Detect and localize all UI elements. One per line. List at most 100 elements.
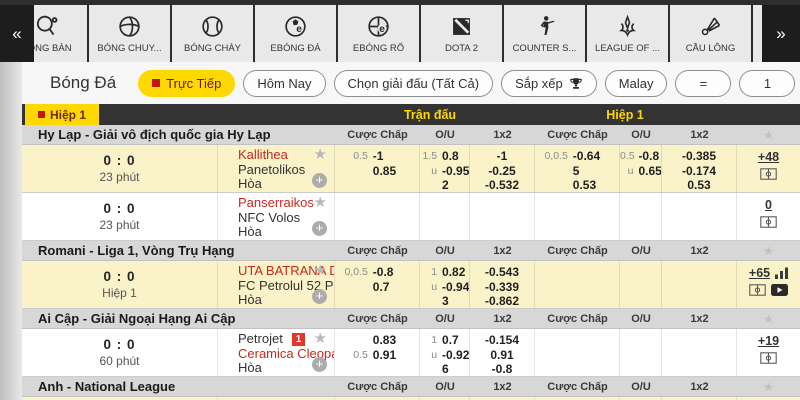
star-icon[interactable]: ★ [737,380,800,394]
svg-text:e: e [296,24,302,35]
odds-value[interactable]: 0.82 [442,265,469,280]
odds-value[interactable]: 0.53 [662,178,736,192]
favorite-star-icon[interactable]: ★ [314,263,327,278]
star-icon[interactable]: ★ [737,244,800,258]
odds-value[interactable]: -1 [373,149,419,164]
league-header: Hy Lạp - Giải vô địch quốc gia Hy LạpCượ… [22,125,800,145]
odds-value[interactable]: -0.532 [470,178,534,192]
nav-tab-ebong-da[interactable]: eEBÓNG ĐÁ [255,5,336,62]
match-time: 23 phút [99,218,139,232]
odds-value[interactable]: 0.91 [470,348,534,363]
column-header: O/U [420,313,470,325]
odds-value[interactable]: -0.8 [638,149,661,164]
favorite-star-icon[interactable]: ★ [314,331,327,346]
odds-value[interactable]: -0.92 [442,348,469,363]
expand-plus-icon[interactable]: + [312,357,327,372]
filter-pill-hom-nay[interactable]: Hôm Nay [243,70,325,97]
odds-value[interactable]: 0.7 [442,333,469,348]
nav-tab-bong-chuyen[interactable]: BÓNG CHUY... [89,5,170,62]
odds-line: 3 [420,294,469,308]
field-icon[interactable] [760,216,777,228]
favorite-star-icon[interactable]: ★ [314,147,327,162]
odds-cell-1x2-match [470,193,535,240]
field-icon[interactable] [760,168,777,180]
odds-cell-handicap-h1: 0,0.5-0.6450.53 [535,145,620,192]
nav-tab-label: COUNTER S... [513,43,577,54]
odds-value[interactable]: 3 [442,294,469,308]
odds-value[interactable]: -1 [470,149,534,164]
score-cell: 0 : 0Hiệp 1 [22,261,218,308]
nav-tab-dota-2[interactable]: DOTA 2 [421,5,502,62]
odds-value[interactable]: 0.65 [638,164,661,179]
match-time: 60 phút [99,354,139,368]
odds-cell-handicap-match [335,193,420,240]
expand-plus-icon[interactable]: + [312,289,327,304]
handicap-line [420,294,442,308]
field-icon[interactable] [760,352,777,364]
column-header: O/U [420,245,470,257]
star-icon[interactable]: ★ [737,128,800,142]
odds-value[interactable]: -0.8 [373,265,419,280]
nav-tab-counter-strike[interactable]: COUNTER S... [504,5,585,62]
column-header: Cược Chấp [535,129,620,141]
odds-line: 0.5-0.8 [620,149,661,164]
odds-value[interactable]: 0.53 [573,178,619,192]
filter-pill-one[interactable]: 1 [739,70,795,97]
column-header: 1x2 [662,129,737,141]
odds-value[interactable]: 5 [573,164,619,179]
odds-value[interactable]: -0.862 [470,294,534,308]
filter-pill-chon-giai-dau[interactable]: Chọn giải đấu (Tất Cả) [334,70,494,97]
nav-scroll-left-button[interactable]: « [0,5,34,62]
nav-tab-label: BÓNG CHÀY [184,43,241,54]
column-header: O/U [620,129,662,141]
filter-pill-sap-xep[interactable]: Sắp xếp [501,70,597,97]
odds-value[interactable]: -0.339 [470,280,534,295]
odds-value[interactable]: -0.95 [442,164,469,179]
match-time: Hiệp 1 [102,286,137,300]
tab-hiep-1[interactable]: Hiệp 1 [25,104,99,125]
more-bets-link[interactable]: +19 [758,334,779,348]
odds-value[interactable]: 2 [442,178,469,192]
more-bets-link[interactable]: +65 [749,266,770,280]
odds-value[interactable]: -0.64 [573,149,619,164]
star-icon[interactable]: ★ [737,312,800,326]
chart-icon[interactable] [775,267,788,279]
odds-value[interactable]: 0.7 [373,280,419,295]
odds-value[interactable]: 0.85 [373,164,419,179]
odds-value[interactable]: -0.94 [442,280,469,295]
odds-value[interactable]: -0.8 [470,362,534,376]
odds-value[interactable]: -0.174 [662,164,736,179]
odds-value[interactable]: -0.385 [662,149,736,164]
field-icon[interactable] [749,284,766,296]
odds-value[interactable]: 6 [442,362,469,376]
period-column-group-header: Hiệp 1 [606,108,644,122]
filter-pill-truc-tiep[interactable]: Trực Tiếp [138,70,235,97]
odds-value[interactable]: 0.8 [442,149,469,164]
odds-line: 6 [420,362,469,376]
filter-pill-label: Sắp xếp [515,76,563,91]
nav-scroll-right-button[interactable]: » [762,5,800,62]
odds-value[interactable]: 0.91 [373,348,419,363]
expand-plus-icon[interactable]: + [312,173,327,188]
odds-cell-over-under-h1: 0.5-0.8u0.65 [620,145,662,192]
odds-value[interactable]: 0.83 [373,333,419,348]
more-bets-link[interactable]: +48 [758,150,779,164]
nav-tab-ebong-ro[interactable]: eEBÓNG RỔ [338,5,419,62]
odds-value[interactable]: -0.25 [470,164,534,179]
nav-tab-cau-long[interactable]: CẦU LÔNG [670,5,751,62]
odds-cell-1x2-match: -1-0.25-0.532 [470,145,535,192]
more-bets-link[interactable]: 0 [765,198,772,212]
odds-value[interactable]: -0.154 [470,333,534,348]
nav-tab-league-of-legends[interactable]: LEAGUE OF ... [587,5,668,62]
filter-pill-malay[interactable]: Malay [605,70,668,97]
play-icon[interactable] [771,284,788,296]
table-tennis-icon [33,13,60,40]
favorite-star-icon[interactable]: ★ [314,195,327,210]
nav-tab-bong-chay[interactable]: BÓNG CHÀY [172,5,253,62]
handicap-line [335,164,373,179]
nav-tab-label: LEAGUE OF ... [595,43,660,54]
column-header: 1x2 [662,245,737,257]
expand-plus-icon[interactable]: + [312,221,327,236]
filter-pill-equals[interactable]: = [675,70,731,97]
odds-value[interactable]: -0.543 [470,265,534,280]
